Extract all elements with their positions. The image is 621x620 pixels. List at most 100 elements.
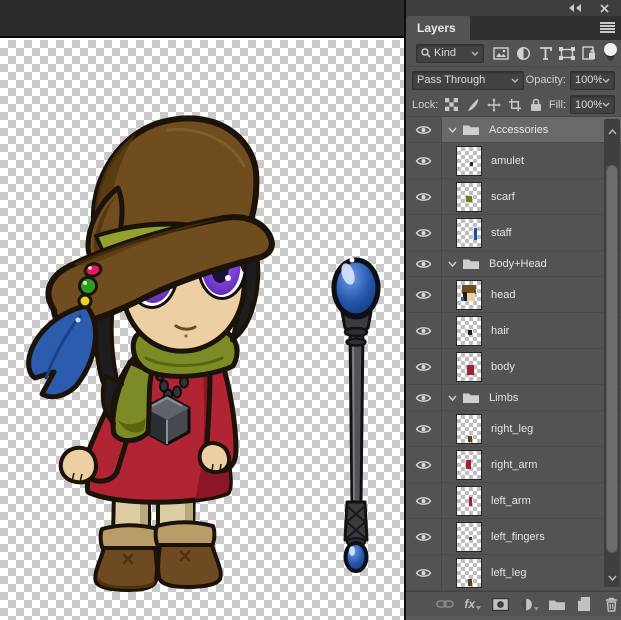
delete-layer-icon[interactable]	[603, 594, 621, 614]
layer-row-left_arm[interactable]: left_arm	[406, 483, 621, 519]
layer-row-hair[interactable]: hair	[406, 313, 621, 349]
add-layer-mask-icon[interactable]	[491, 594, 510, 614]
group-expand-chevron-icon[interactable]	[448, 127, 457, 133]
layer-row-scarf[interactable]: scarf	[406, 179, 621, 215]
group-folder-icon	[462, 391, 480, 404]
layer-row-right_leg[interactable]: right_leg	[406, 411, 621, 447]
layer-thumbnail[interactable]	[456, 316, 482, 346]
visibility-toggle[interactable]	[413, 565, 434, 581]
layer-thumbnail[interactable]	[456, 522, 482, 552]
visibility-toggle[interactable]	[413, 323, 434, 339]
new-layer-icon[interactable]	[575, 594, 594, 614]
visibility-toggle[interactable]	[413, 457, 434, 473]
layer-row-left_fingers[interactable]: left_fingers	[406, 519, 621, 555]
lock-position-icon[interactable]	[485, 96, 502, 113]
tab-layers[interactable]: Layers	[406, 16, 470, 40]
group-row-Body+Head[interactable]: Body+Head	[406, 251, 621, 277]
layer-thumbnail[interactable]	[456, 182, 482, 212]
visibility-toggle[interactable]	[413, 493, 434, 509]
layer-list-scrollbar[interactable]	[604, 119, 620, 587]
hat-feather	[29, 306, 96, 397]
visibility-toggle[interactable]	[413, 153, 434, 169]
layer-filtering-toggle[interactable]	[603, 43, 615, 63]
hand-right	[200, 443, 229, 472]
smart-object-filter-icon[interactable]	[580, 44, 599, 63]
layer-thumbnail[interactable]	[456, 280, 482, 310]
group-expand-chevron-icon[interactable]	[448, 261, 457, 267]
layer-styles-fx-icon[interactable]: fx	[464, 594, 483, 614]
panel-menu-icon[interactable]	[600, 21, 615, 34]
lock-artboard-nesting-icon[interactable]	[506, 96, 523, 113]
layer-list: AccessoriesamuletscarfstaffBody+Headhead…	[406, 117, 621, 591]
collapse-panels-icon[interactable]	[567, 2, 583, 14]
row-body[interactable]: head	[442, 277, 621, 312]
layer-thumbnail[interactable]	[456, 450, 482, 480]
opacity-dropdown[interactable]: 100%	[570, 71, 615, 90]
adjustment-layer-filter-icon[interactable]	[514, 44, 533, 63]
visibility-toggle[interactable]	[413, 189, 434, 205]
visibility-toggle[interactable]	[413, 122, 434, 138]
chevron-down-icon	[511, 78, 519, 83]
lock-transparent-pixels-icon[interactable]	[443, 96, 460, 113]
layer-row-staff[interactable]: staff	[406, 215, 621, 251]
scrollbar-thumb[interactable]	[606, 165, 618, 553]
layer-row-right_arm[interactable]: right_arm	[406, 447, 621, 483]
row-body[interactable]: right_arm	[442, 447, 621, 482]
row-body[interactable]: staff	[442, 215, 621, 250]
scroll-up-icon[interactable]	[604, 125, 620, 139]
row-body[interactable]: hair	[442, 313, 621, 348]
row-body[interactable]: Body+Head	[442, 251, 621, 276]
row-body[interactable]: scarf	[442, 179, 621, 214]
layer-thumbnail[interactable]	[456, 414, 482, 444]
layer-row-body[interactable]: body	[406, 349, 621, 385]
layer-thumbnail[interactable]	[456, 352, 482, 382]
row-body[interactable]: left_fingers	[442, 519, 621, 554]
lock-all-icon[interactable]	[527, 96, 544, 113]
group-row-Limbs[interactable]: Limbs	[406, 385, 621, 411]
new-group-icon[interactable]	[548, 594, 567, 614]
visibility-toggle[interactable]	[413, 287, 434, 303]
link-layers-icon[interactable]	[436, 594, 455, 614]
visibility-toggle[interactable]	[413, 390, 434, 406]
group-expand-chevron-icon[interactable]	[448, 395, 457, 401]
row-body[interactable]: left_arm	[442, 483, 621, 518]
transparency-checkerboard	[0, 40, 404, 620]
layer-thumbnail[interactable]	[456, 558, 482, 588]
lock-image-pixels-icon[interactable]	[464, 96, 481, 113]
visibility-toggle[interactable]	[413, 225, 434, 241]
pixel-layer-filter-icon[interactable]	[492, 44, 511, 63]
fill-value: 100%	[575, 99, 602, 111]
scroll-down-icon[interactable]	[604, 571, 620, 585]
row-body[interactable]: body	[442, 349, 621, 384]
layer-row-left_leg[interactable]: left_leg	[406, 555, 621, 591]
visibility-toggle[interactable]	[413, 256, 434, 272]
layer-name: right_leg	[491, 423, 533, 435]
visibility-toggle[interactable]	[413, 421, 434, 437]
visibility-toggle[interactable]	[413, 359, 434, 375]
layer-name: left_arm	[491, 495, 531, 507]
eye-column	[406, 117, 442, 142]
row-body[interactable]: Accessories	[442, 117, 621, 142]
new-adjustment-layer-icon[interactable]	[519, 594, 539, 614]
layer-thumbnail[interactable]	[456, 218, 482, 248]
type-layer-filter-icon[interactable]	[536, 44, 555, 63]
layer-thumbnail[interactable]	[456, 146, 482, 176]
close-panel-icon[interactable]	[597, 2, 611, 14]
blend-mode-value: Pass Through	[417, 74, 511, 86]
row-body[interactable]: left_leg	[442, 555, 621, 590]
row-body[interactable]: right_leg	[442, 411, 621, 446]
layer-thumbnail[interactable]	[456, 486, 482, 516]
canvas-area[interactable]	[0, 0, 404, 620]
fill-dropdown[interactable]: 100%	[570, 95, 615, 114]
group-row-Accessories[interactable]: Accessories	[406, 117, 621, 143]
eye-column	[406, 349, 442, 384]
layer-row-amulet[interactable]: amulet	[406, 143, 621, 179]
kind-filter-dropdown[interactable]: Kind	[416, 44, 484, 63]
shape-layer-filter-icon[interactable]	[558, 44, 577, 63]
layer-row-head[interactable]: head	[406, 277, 621, 313]
blend-mode-dropdown[interactable]: Pass Through	[412, 71, 524, 90]
row-body[interactable]: amulet	[442, 143, 621, 178]
eye-column	[406, 519, 442, 554]
row-body[interactable]: Limbs	[442, 385, 621, 410]
visibility-toggle[interactable]	[413, 529, 434, 545]
